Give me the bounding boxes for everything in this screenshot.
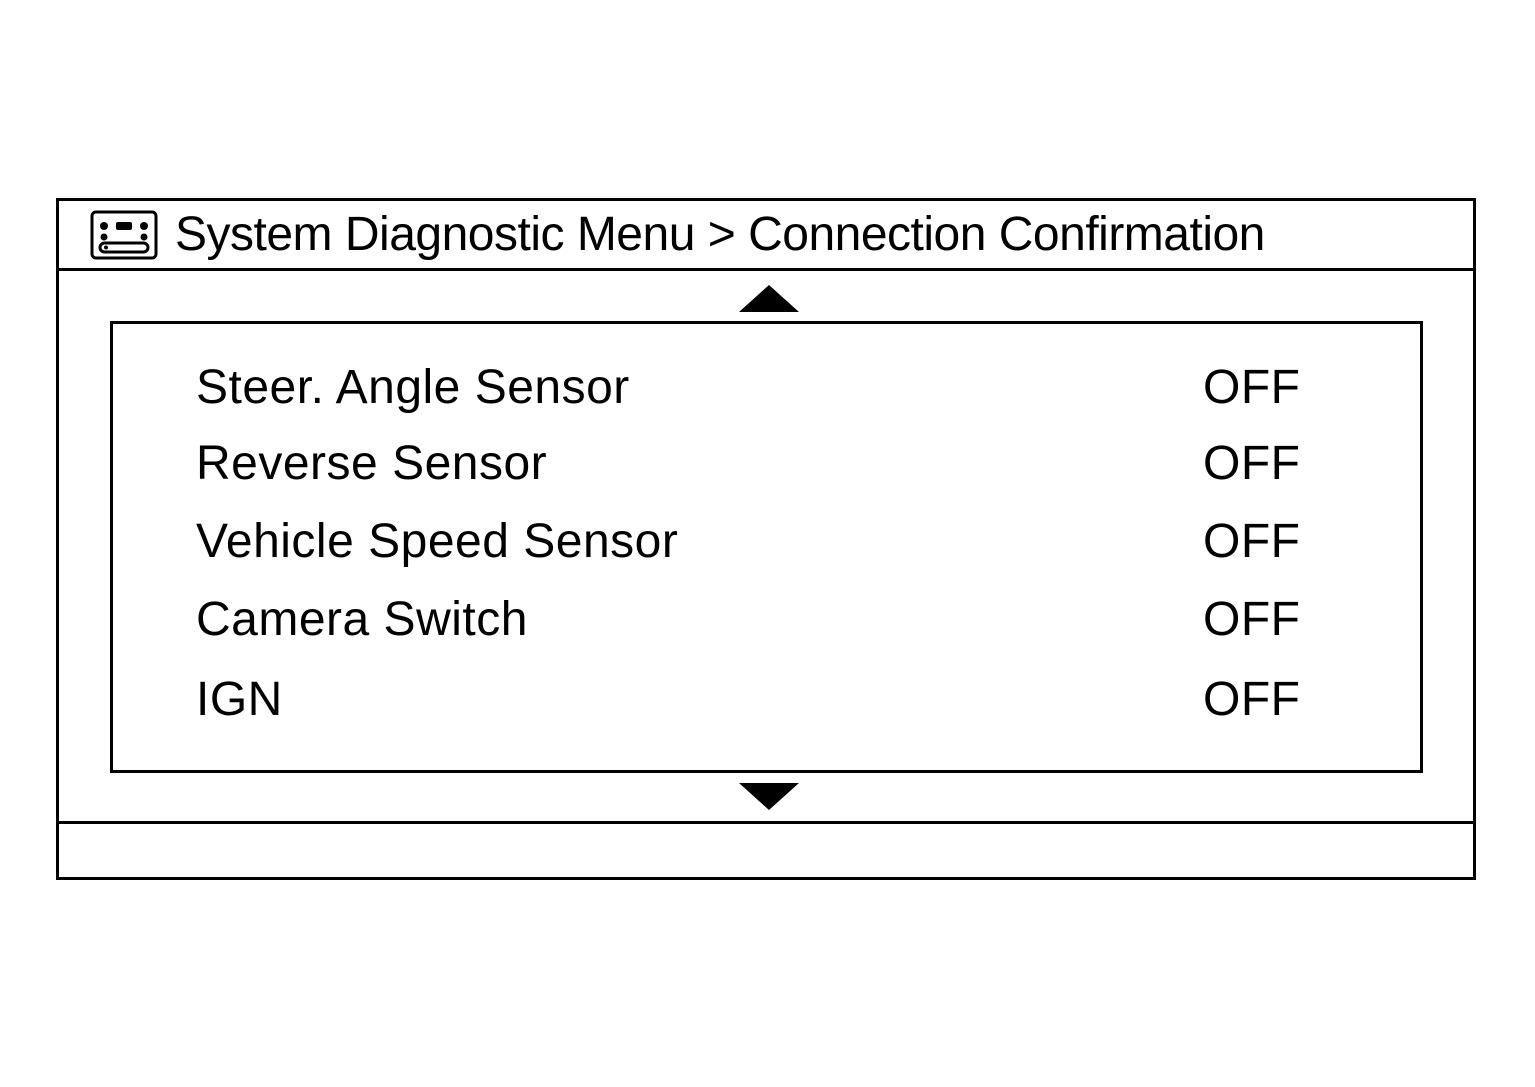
scroll-up-icon[interactable]: [737, 284, 801, 314]
connection-list: Steer. Angle Sensor OFF Reverse Sensor O…: [110, 321, 1423, 773]
item-status: OFF: [1203, 437, 1301, 490]
item-label: Reverse Sensor: [196, 437, 548, 490]
item-label: Steer. Angle Sensor: [196, 361, 630, 414]
list-item[interactable]: Steer. Angle Sensor OFF: [113, 358, 1420, 418]
status-bar: [59, 821, 1473, 880]
diagnostic-screen: System Diagnostic Menu > Connection Conf…: [56, 198, 1476, 880]
item-status: OFF: [1203, 361, 1301, 414]
item-label: Camera Switch: [196, 593, 528, 646]
item-status: OFF: [1203, 515, 1301, 568]
list-item[interactable]: Vehicle Speed Sensor OFF: [113, 512, 1420, 572]
item-status: OFF: [1203, 673, 1301, 726]
scroll-down-icon[interactable]: [737, 781, 801, 811]
page-title: System Diagnostic Menu > Connection Conf…: [175, 208, 1265, 261]
item-label: Vehicle Speed Sensor: [196, 515, 679, 568]
diagnostic-screen-icon: [90, 210, 158, 260]
title-bar: System Diagnostic Menu > Connection Conf…: [59, 201, 1473, 271]
item-status: OFF: [1203, 593, 1301, 646]
item-label: IGN: [196, 673, 283, 726]
list-item[interactable]: IGN OFF: [113, 670, 1420, 730]
list-item[interactable]: Reverse Sensor OFF: [113, 434, 1420, 494]
list-item[interactable]: Camera Switch OFF: [113, 590, 1420, 650]
